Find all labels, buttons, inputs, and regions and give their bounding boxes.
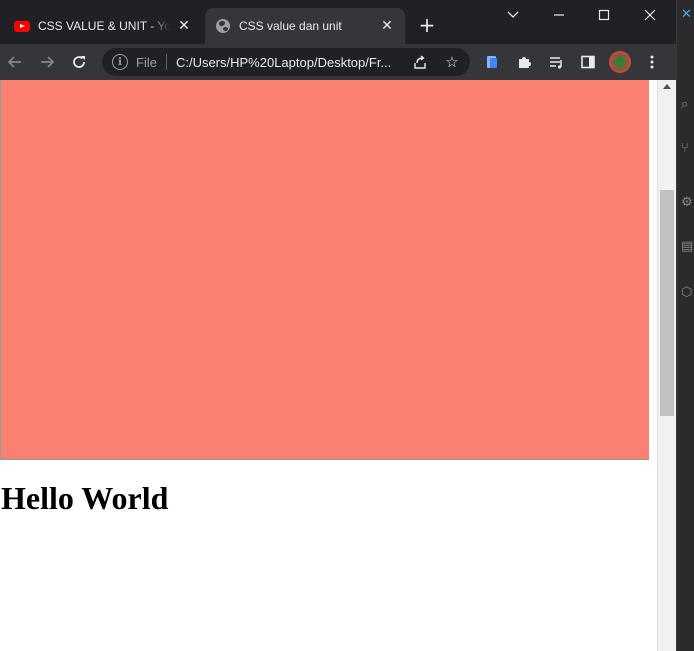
youtube-icon [14,18,30,34]
extension-docs-icon[interactable] [481,51,503,73]
debug-icon: ⚙ [681,195,693,210]
menu-kebab-icon[interactable] [641,51,663,73]
page-viewport: Hello World [0,80,657,651]
vertical-scrollbar[interactable] [657,80,676,651]
scroll-thumb[interactable] [660,190,674,416]
share-icon[interactable] [410,52,430,72]
package-icon: ⬡ [681,285,693,300]
bookmark-star-icon[interactable]: ☆ [442,52,462,72]
globe-icon [215,18,231,34]
tab-search-icon[interactable] [501,4,525,26]
close-tab-icon[interactable]: ✕ [379,18,395,34]
tab-css-value[interactable]: CSS value dan unit ✕ [205,8,405,44]
browser-window: CSS VALUE & UNIT - YouTube ✕ CSS value d… [0,0,676,651]
page-heading: Hello World [1,480,169,516]
reload-icon[interactable] [68,51,90,73]
info-icon[interactable]: i [112,54,128,70]
tab-strip: CSS VALUE & UNIT - YouTube ✕ CSS value d… [0,0,676,44]
salmon-box [0,80,649,460]
scroll-up-arrow-icon[interactable] [663,84,671,89]
back-icon[interactable] [4,51,26,73]
tab-title: CSS value dan unit [239,19,342,33]
extensions-puzzle-icon[interactable] [513,51,535,73]
divider [165,54,167,70]
minimize-icon[interactable] [547,4,571,26]
new-tab-button[interactable]: + [416,14,438,36]
url-scheme: File [136,54,157,70]
search-icon: ⌕ [681,97,689,112]
maximize-icon[interactable] [592,4,616,26]
address-bar[interactable]: i File C:/Users/HP%20Laptop/Desktop/Fr..… [102,48,470,76]
profile-avatar[interactable] [609,51,631,73]
url-text[interactable]: C:/Users/HP%20Laptop/Desktop/Fr... [176,55,406,70]
extensions-icon: ▤ [681,239,694,254]
reading-list-icon[interactable] [545,51,567,73]
forward-icon[interactable] [36,51,58,73]
close-tab-icon[interactable]: ✕ [176,18,192,34]
app-logo-icon: ✕ [681,7,692,22]
close-window-icon[interactable] [638,4,662,26]
tab-youtube[interactable]: CSS VALUE & UNIT - YouTube ✕ [4,8,202,44]
source-control-icon: ⑂ [681,141,689,156]
tab-title: CSS VALUE & UNIT - YouTube [38,19,170,33]
side-panel-icon[interactable] [577,51,599,73]
toolbar: i File C:/Users/HP%20Laptop/Desktop/Fr..… [0,44,676,80]
background-app-panel: ✕ ⌕ ⑂ ⚙ ▤ ⬡ [676,0,694,651]
